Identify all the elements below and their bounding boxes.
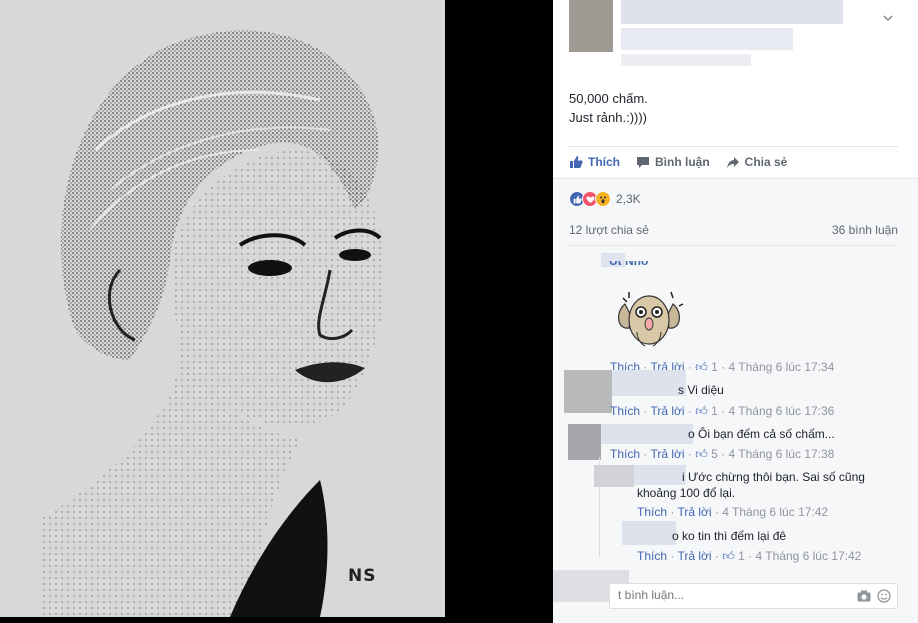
like-comment-link[interactable]: Thích bbox=[610, 404, 640, 418]
reply-avatar[interactable] bbox=[594, 465, 634, 487]
comment-text: i Ước chừng thôi bạn. Sai số cũng khoảng… bbox=[637, 469, 865, 501]
comment-button[interactable]: Bình luận bbox=[636, 155, 710, 169]
commenter-name-blur[interactable] bbox=[622, 521, 676, 545]
like-label: Thích bbox=[588, 154, 620, 169]
comment-text-line: khoảng 100 đổ lại. bbox=[637, 486, 736, 500]
chevron-down-icon[interactable] bbox=[882, 12, 896, 26]
stippled-portrait-photo[interactable]: NS bbox=[0, 0, 445, 617]
like-comment-link[interactable]: Thích bbox=[637, 505, 667, 519]
comment-like-count[interactable]: 1 bbox=[711, 360, 718, 374]
portrait-illustration bbox=[0, 0, 445, 617]
camera-icon[interactable] bbox=[857, 590, 871, 605]
share-comment-counts: 12 lượt chia sẻ 36 bình luận bbox=[569, 223, 898, 246]
share-button[interactable]: Chia sẻ bbox=[726, 154, 788, 169]
comment-text: s Vi diệu bbox=[678, 383, 724, 397]
comment-timestamp[interactable]: 4 Tháng 6 lúc 17:34 bbox=[728, 360, 834, 374]
comment-bubble-icon bbox=[636, 155, 650, 169]
reply-link[interactable]: Trả lời bbox=[650, 447, 684, 461]
thumbs-up-icon: 👍︎ bbox=[722, 549, 735, 563]
like-comment-link[interactable]: Thích bbox=[610, 447, 640, 461]
caption-line: 50,000 chấm. bbox=[569, 91, 648, 106]
sticker-dog-image bbox=[609, 282, 689, 357]
commenter-name-blur[interactable] bbox=[634, 465, 686, 485]
thumbs-up-icon: 👍︎ bbox=[695, 404, 708, 418]
like-button[interactable]: Thích bbox=[569, 155, 620, 169]
share-count-link[interactable]: 12 lượt chia sẻ bbox=[569, 223, 649, 237]
comment-timestamp[interactable]: 4 Tháng 6 lúc 17:42 bbox=[722, 505, 828, 519]
wow-reaction-icon bbox=[595, 191, 611, 207]
author-name-blur[interactable] bbox=[621, 0, 843, 24]
commenter-avatar[interactable] bbox=[564, 370, 612, 413]
comment-like-count[interactable]: 1 bbox=[738, 549, 745, 563]
reply-link[interactable]: Trả lời bbox=[650, 404, 684, 418]
post-caption: 50,000 chấm. Just rảnh.:)))) bbox=[569, 89, 648, 127]
caption-line: Just rảnh.:)))) bbox=[569, 110, 648, 125]
thumbs-up-icon: 👍︎ bbox=[695, 360, 708, 374]
comment-label: Bình luận bbox=[655, 154, 710, 169]
thumbs-up-icon bbox=[569, 155, 583, 169]
commenter-name[interactable]: Út Nhỏ bbox=[609, 261, 648, 269]
comment-like-count[interactable]: 1 bbox=[711, 404, 718, 418]
photo-viewer: NS bbox=[0, 0, 553, 623]
comment-meta: Thích · Trả lời · 👍︎ 1 · 4 Tháng 6 lúc 1… bbox=[610, 404, 835, 418]
artist-signature: NS bbox=[348, 566, 377, 586]
commenter-name-blur[interactable] bbox=[601, 424, 693, 444]
commenter-name-blur[interactable] bbox=[612, 370, 686, 396]
comment-timestamp[interactable]: 4 Tháng 6 lúc 17:38 bbox=[728, 447, 834, 461]
engagement-section: 2,3K 12 lượt chia sẻ 36 bình luận Út Nhỏ bbox=[553, 178, 918, 623]
share-arrow-icon bbox=[726, 155, 740, 169]
reply-link[interactable]: Trả lời bbox=[677, 505, 711, 519]
comment-timestamp[interactable]: 4 Tháng 6 lúc 17:42 bbox=[755, 549, 861, 563]
post-side-panel: 50,000 chấm. Just rảnh.:)))) Thích Bình … bbox=[553, 0, 918, 623]
comment-input[interactable] bbox=[618, 588, 838, 602]
comment-meta: Thích · Trả lời · 👍︎ 1 · 4 Tháng 6 lúc 1… bbox=[637, 549, 862, 563]
reaction-count: 2,3K bbox=[616, 192, 641, 206]
emoji-icon[interactable] bbox=[877, 589, 891, 606]
commenter-avatar[interactable] bbox=[568, 424, 601, 460]
post-meta-blur bbox=[621, 28, 793, 50]
comment-meta: Thích · Trả lời · 4 Tháng 6 lúc 17:42 bbox=[637, 505, 829, 519]
post-meta-blur-2 bbox=[621, 54, 751, 66]
comment-timestamp[interactable]: 4 Tháng 6 lúc 17:36 bbox=[728, 404, 834, 418]
comment-count-link[interactable]: 36 bình luận bbox=[832, 223, 898, 237]
comment-meta: Thích · Trả lời · 👍︎ 5 · 4 Tháng 6 lúc 1… bbox=[610, 447, 835, 461]
comment-like-count[interactable]: 5 bbox=[711, 447, 718, 461]
like-comment-link[interactable]: Thích bbox=[637, 549, 667, 563]
reply-link[interactable]: Trả lời bbox=[677, 549, 711, 563]
post-action-bar: Thích Bình luận Chia sẻ bbox=[569, 146, 898, 176]
comment-text: o Ôi bạn đếm cả số chấm... bbox=[688, 427, 835, 441]
comment-text: o ko tin thì đếm lại đê bbox=[672, 529, 787, 543]
reactions-summary[interactable]: 2,3K bbox=[569, 191, 641, 207]
thumbs-up-icon: 👍︎ bbox=[695, 447, 708, 461]
author-avatar[interactable] bbox=[569, 0, 613, 52]
comment-composer[interactable] bbox=[609, 583, 898, 609]
comment-text-line: i Ước chừng thôi bạn. Sai số cũng bbox=[682, 470, 865, 484]
share-label: Chia sẻ bbox=[744, 154, 788, 169]
